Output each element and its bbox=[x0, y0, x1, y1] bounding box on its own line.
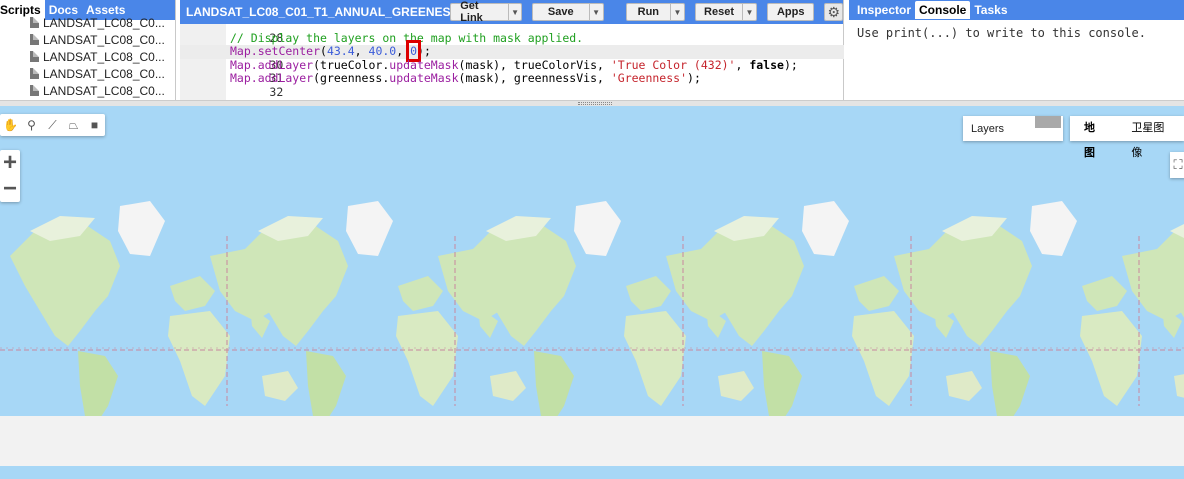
code-text-part: (mask), greennessVis, bbox=[458, 71, 611, 85]
code-method: updateMask bbox=[389, 57, 459, 72]
code-method: updateMask bbox=[389, 71, 459, 85]
file-name: LANDSAT_LC08_C0... bbox=[43, 15, 165, 30]
code-line: 31 Map.addLayer(trueColor.updateMask(mas… bbox=[180, 57, 844, 85]
code-line: 30 Map.setCenter(43.4, 40.0, 0); bbox=[180, 40, 844, 71]
grip-icon[interactable] bbox=[578, 102, 612, 105]
code-comment: // Display the layers on the map with ma… bbox=[230, 30, 584, 45]
fullscreen-icon[interactable]: ⛶ bbox=[1170, 152, 1184, 178]
file-icon bbox=[30, 51, 39, 62]
map-type-roadmap[interactable]: 地图 bbox=[1070, 116, 1117, 159]
zoom-in-button[interactable]: + bbox=[0, 149, 20, 176]
script-file-list: LANDSAT_LC08_C0... LANDSAT_LC08_C0... LA… bbox=[0, 14, 175, 99]
layers-label: Layers bbox=[971, 122, 1005, 135]
code-function: Map.addLayer bbox=[230, 57, 314, 72]
code-text-part: ); bbox=[687, 71, 701, 85]
run-label: Run bbox=[637, 6, 660, 18]
save-label: Save bbox=[547, 6, 574, 18]
world-map-tiles bbox=[0, 201, 1184, 466]
right-tabs: Inspector Console Tasks bbox=[849, 0, 1184, 20]
code-line: 29 // Display the layers on the map with… bbox=[180, 30, 844, 58]
map-type-satellite[interactable]: 卫星图像 bbox=[1117, 116, 1184, 159]
code-keyword: false bbox=[749, 57, 784, 72]
drawing-tools: ✋ ⚲ ⟋ ⏢ ■ bbox=[0, 114, 105, 136]
code-string: 'Greenness' bbox=[610, 71, 688, 85]
code-line: 33 bbox=[180, 86, 844, 111]
file-name: LANDSAT_LC08_C0... bbox=[43, 83, 165, 98]
right-panel: Inspector Console Tasks Use print(...) t… bbox=[849, 0, 1184, 100]
tab-inspector[interactable]: Inspector bbox=[853, 1, 915, 19]
code-text: Map.addLayer(trueColor.updateMask(mask),… bbox=[230, 57, 798, 73]
list-item[interactable]: LANDSAT_LC08_C0... bbox=[30, 14, 175, 31]
code-number: 43.4 bbox=[326, 44, 355, 58]
earth-engine-code-editor: Scripts Docs Assets LANDSAT_LC08_C0... L… bbox=[0, 0, 1184, 479]
layers-chip bbox=[1035, 116, 1061, 128]
list-item[interactable]: LANDSAT_LC08_C0... bbox=[30, 65, 175, 82]
apps-label: Apps bbox=[776, 6, 805, 18]
code-function: Map.setCenter bbox=[230, 44, 321, 58]
tab-tasks[interactable]: Tasks bbox=[970, 1, 1011, 19]
file-icon bbox=[30, 68, 39, 79]
polygon-icon[interactable]: ⏢ bbox=[63, 114, 84, 136]
code-text-part: ); bbox=[783, 57, 798, 72]
code-line: 28 bbox=[180, 18, 844, 44]
file-name: LANDSAT_LC08_C0... bbox=[43, 66, 165, 81]
top-panels: Scripts Docs Assets LANDSAT_LC08_C0... L… bbox=[0, 0, 1184, 112]
code-text-part: (mask), trueColorVis, bbox=[458, 57, 611, 72]
code-text: Map.addLayer(greenness.updateMask(mask),… bbox=[230, 71, 701, 86]
file-name: LANDSAT_LC08_C0... bbox=[43, 49, 165, 64]
file-icon bbox=[30, 34, 39, 45]
list-item[interactable]: LANDSAT_LC08_C0... bbox=[30, 48, 175, 65]
list-item[interactable]: LANDSAT_LC08_C0... bbox=[30, 31, 175, 48]
console-output: Use print(...) to write to this console. bbox=[857, 26, 1146, 40]
code-text-part: (trueColor. bbox=[313, 57, 390, 72]
code-text-part: , bbox=[735, 57, 750, 72]
list-item[interactable]: LANDSAT_LC08_C0... bbox=[30, 82, 175, 99]
code-function: Map.addLayer bbox=[230, 71, 314, 85]
code-number: 40.0 bbox=[368, 44, 397, 58]
code-punct: ); bbox=[417, 44, 431, 58]
code-text-part: (greenness. bbox=[313, 71, 390, 85]
file-icon bbox=[30, 17, 39, 28]
code-area[interactable]: 28 29 // Display the layers on the map w… bbox=[180, 24, 844, 112]
layers-button[interactable]: Layers bbox=[963, 116, 1063, 141]
highlighted-zoom-value: 0 bbox=[406, 40, 421, 62]
code-line: 32 Map.addLayer(greenness.updateMask(mas… bbox=[180, 71, 844, 98]
hand-icon[interactable]: ✋ bbox=[0, 114, 21, 136]
code-editor-panel: LANDSAT_LC08_C01_T1_ANNUAL_GREENEST_T...… bbox=[180, 0, 844, 112]
file-icon bbox=[30, 85, 39, 96]
map-view[interactable]: ✋ ⚲ ⟋ ⏢ ■ + − Layers 地图 卫星图像 ⛶ bbox=[0, 106, 1184, 479]
code-string: 'True Color (432)' bbox=[610, 57, 736, 72]
reset-label: Reset bbox=[704, 6, 734, 18]
file-name: LANDSAT_LC08_C0... bbox=[43, 32, 165, 47]
script-title: LANDSAT_LC08_C01_T1_ANNUAL_GREENEST_T... bbox=[186, 5, 451, 19]
zoom-control: + − bbox=[0, 149, 20, 202]
map-type-control: 地图 卫星图像 bbox=[1070, 116, 1184, 159]
rectangle-icon[interactable]: ■ bbox=[84, 114, 105, 136]
line-icon[interactable]: ⟋ bbox=[42, 114, 63, 136]
marker-icon[interactable]: ⚲ bbox=[21, 114, 42, 136]
tab-console[interactable]: Console bbox=[915, 1, 971, 19]
left-panel: Scripts Docs Assets LANDSAT_LC08_C0... L… bbox=[0, 0, 176, 100]
zoom-out-button[interactable]: − bbox=[0, 175, 20, 202]
code-text: Map.setCenter(43.4, 40.0, 0); bbox=[230, 40, 431, 62]
